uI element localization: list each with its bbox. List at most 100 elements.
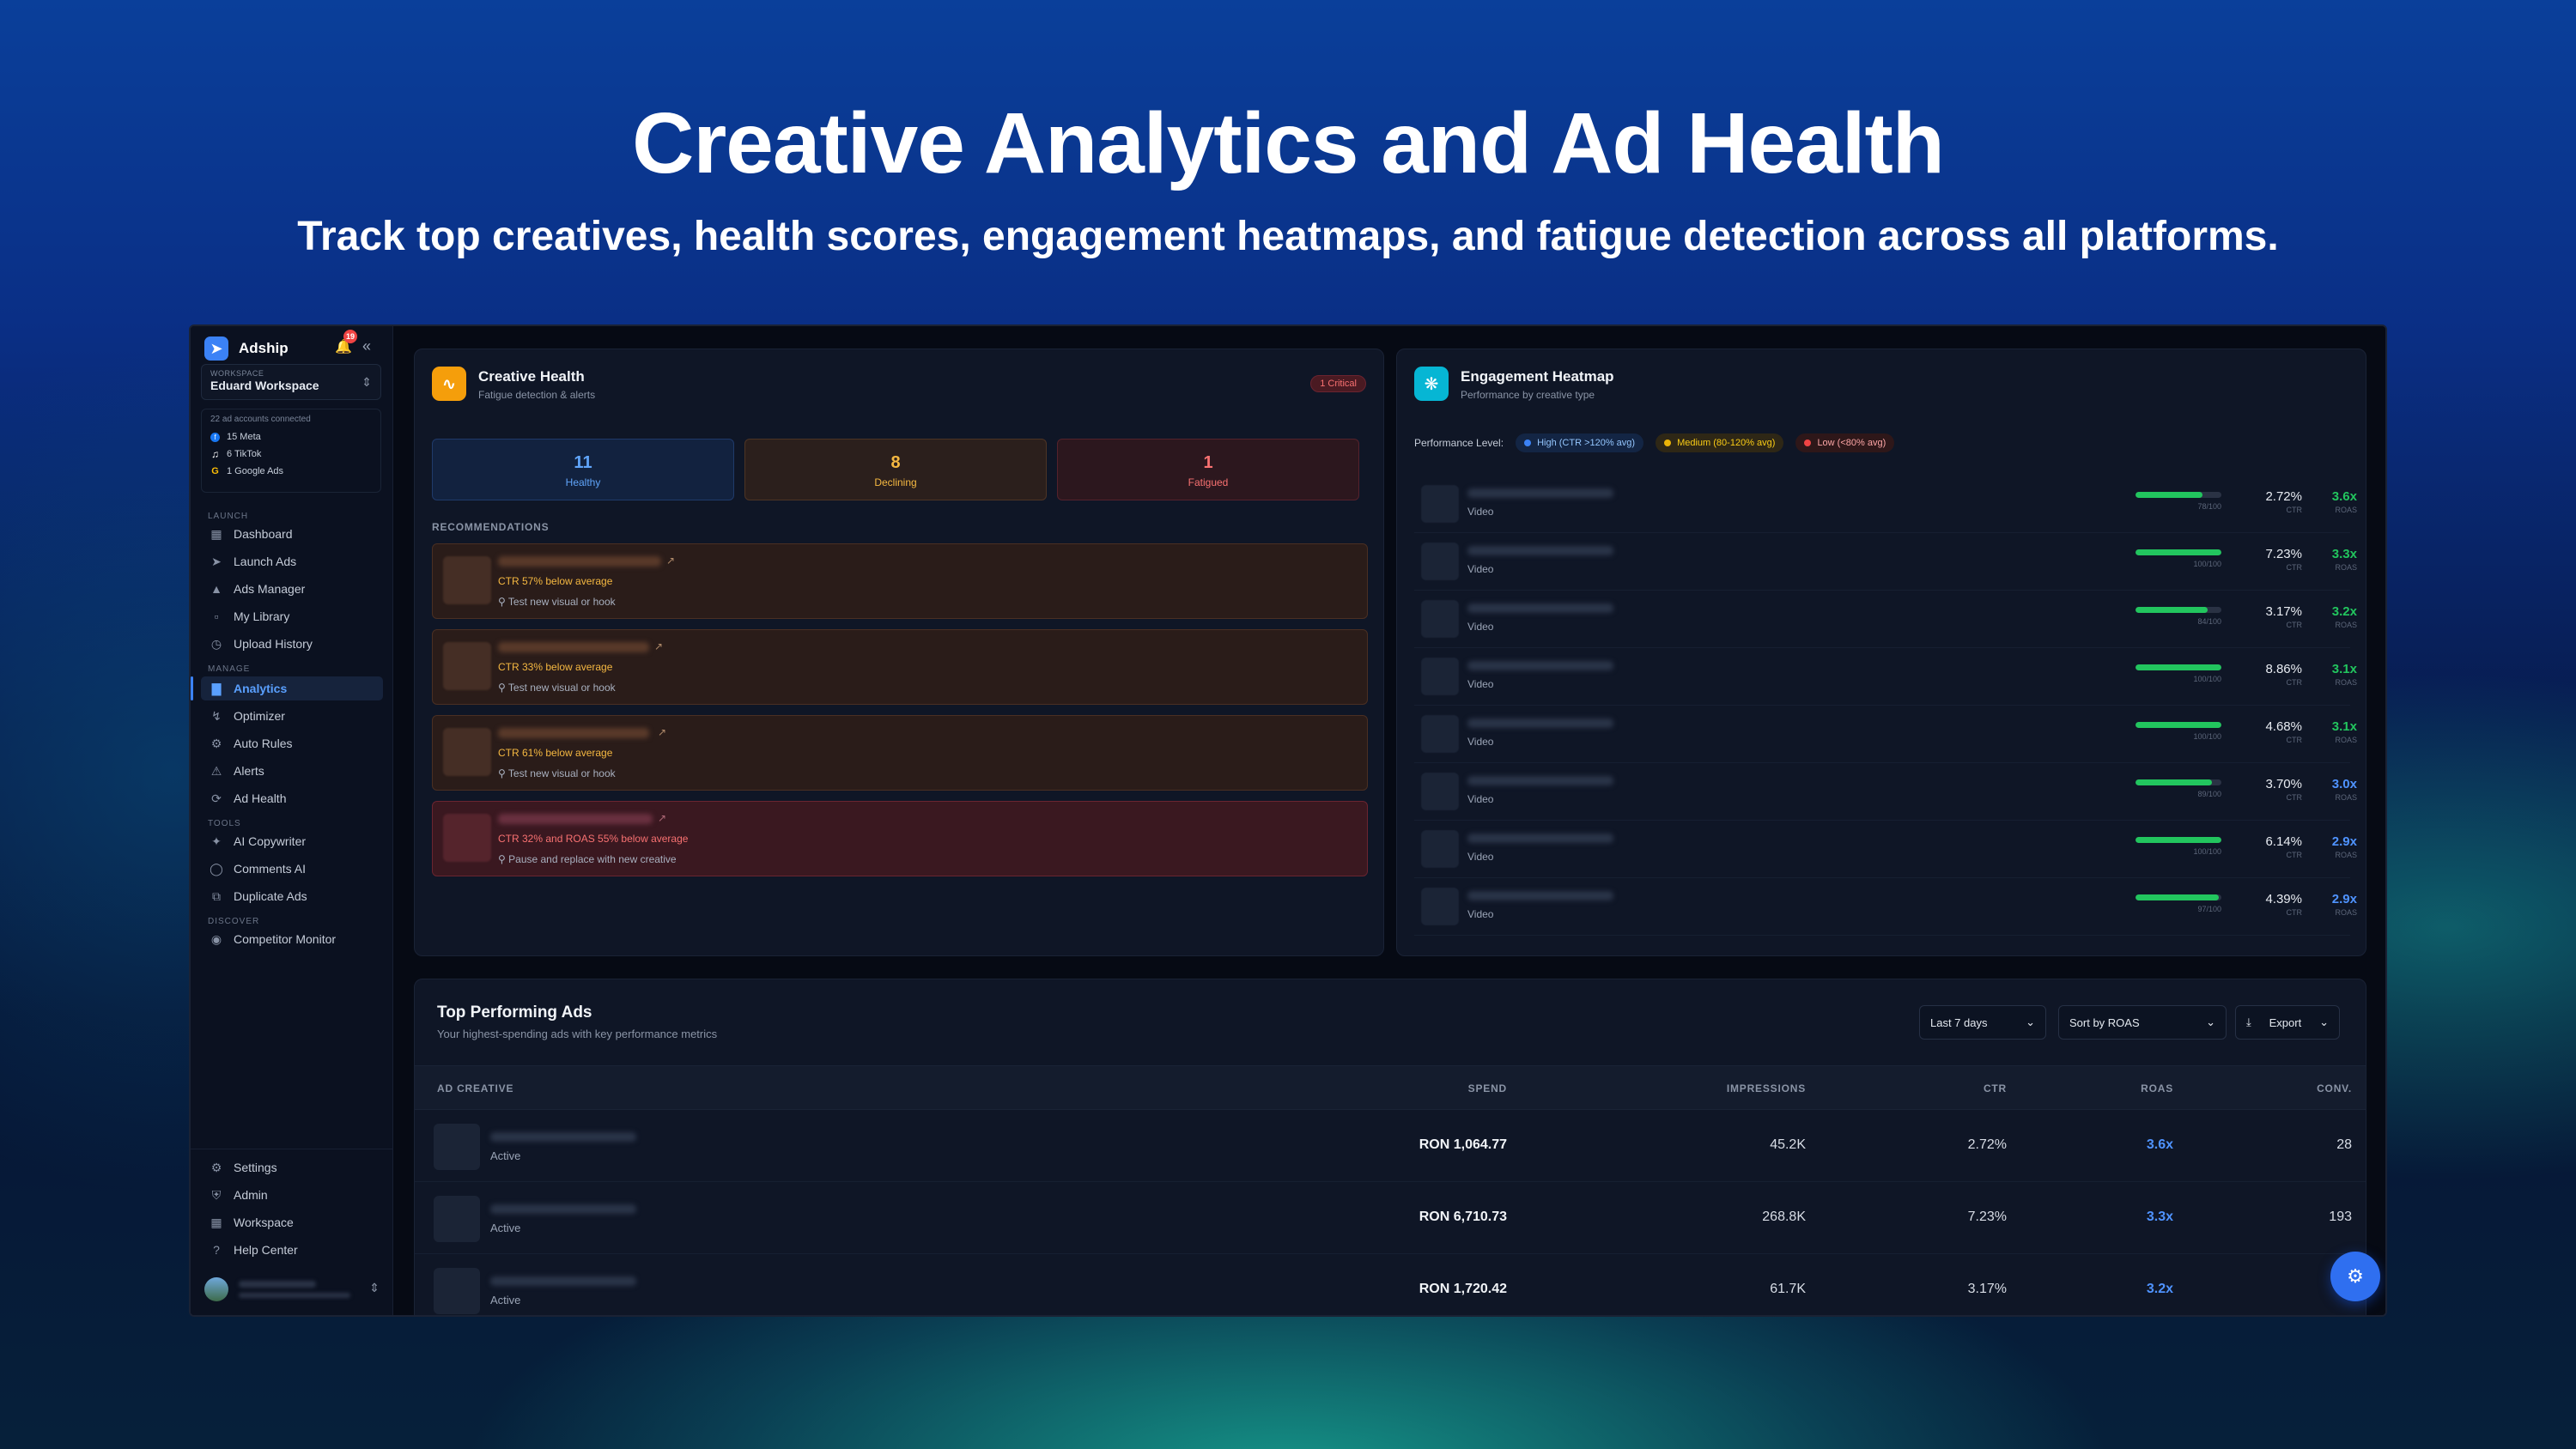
workspace-label: WORKSPACE [210,369,264,378]
stat-healthy[interactable]: 11 Healthy [432,439,734,500]
external-link-icon[interactable]: ↗ [658,812,666,824]
account-meta: f 15 Meta [210,428,372,446]
sidebar-item-dashboard[interactable]: ▦ Dashboard [201,522,383,546]
roas-label: ROAS [2335,736,2357,744]
external-link-icon[interactable]: ↗ [654,640,663,652]
heatmap-title: Engagement Heatmap [1461,368,1614,385]
creative-name [1467,891,1613,900]
creative-type: Video [1467,506,1494,518]
heatmap-row[interactable]: Video 84/100 3.17% CTR 3.2x ROAS [1414,591,2357,648]
creative-thumbnail [1421,888,1459,925]
recommendations-heading: RECOMMENDATIONS [432,521,550,533]
sidebar-item-duplicate-ads[interactable]: ⧉ Duplicate Ads [201,884,383,908]
brand[interactable]: ➤ Adship [204,333,289,364]
sidebar-item-competitor-monitor[interactable]: ◉ Competitor Monitor [201,927,383,951]
sidebar-item-upload-history[interactable]: ◷ Upload History [201,632,383,656]
column-ctr[interactable]: CTR [1984,1082,2007,1094]
chevron-updown-icon: ⇕ [361,375,372,389]
main-content: ∿ Creative Health Fatigue detection & al… [393,326,2385,1315]
sidebar-item-comments-ai[interactable]: ◯ Comments AI [201,857,383,881]
cell-spend: RON 1,720.42 [1419,1282,1507,1296]
heatmap-row[interactable]: Video 100/100 4.68% CTR 3.1x ROAS [1414,706,2357,763]
sidebar-item-my-library[interactable]: ▫ My Library [201,604,383,628]
stat-fatigued[interactable]: 1 Fatigued [1057,439,1359,500]
recommendation-item[interactable]: ↗ CTR 61% below average ⚲ Test new visua… [432,715,1368,791]
sidebar-item-auto-rules[interactable]: ⚙ Auto Rules [201,731,383,755]
column-spend[interactable]: SPEND [1468,1082,1507,1094]
roas-label: ROAS [2335,563,2357,572]
creative-thumbnail [1421,658,1459,695]
user-menu[interactable]: ⇕ [204,1272,380,1307]
period-select[interactable]: Last 7 days ⌄ [1919,1005,2046,1040]
sidebar-item-workspace[interactable]: ▦ Workspace [201,1210,383,1234]
score-bar [2136,664,2221,670]
roas-label: ROAS [2335,793,2357,802]
table-row[interactable]: Active RON 6,710.73 268.8K 7.23% 3.3x 193 [415,1182,2366,1254]
score-bar-fill [2136,664,2221,670]
assistant-bot-button[interactable]: ⚙ [2330,1252,2380,1301]
active-indicator [191,676,193,700]
column-conv[interactable]: CONV. [2317,1082,2352,1094]
nav-label: Help Center [234,1243,298,1257]
ctr-value: 8.86% [2265,662,2302,676]
ctr-label: CTR [2286,621,2303,629]
creative-name [498,556,661,567]
workspace-switcher[interactable]: WORKSPACE Eduard Workspace ⇕ [201,364,381,400]
heatmap-row[interactable]: Video 100/100 8.86% CTR 3.1x ROAS [1414,649,2357,706]
heatmap-row[interactable]: Video 97/100 4.39% CTR 2.9x ROAS [1414,879,2357,936]
sidebar-item-ad-health[interactable]: ⟳ Ad Health [201,786,383,810]
export-button[interactable]: ⤓ Export ⌄ [2235,1005,2340,1040]
legend-medium: Medium (80-120% avg) [1656,433,1784,452]
tip-text: Pause and replace with new creative [508,853,677,865]
history-icon: ◷ [210,636,222,651]
sidebar-item-admin[interactable]: ⛨ Admin [201,1183,383,1207]
sidebar-item-ads-manager[interactable]: ▲ Ads Manager [201,577,383,601]
nav-label: Launch Ads [234,555,297,568]
account-google: G 1 Google Ads [210,463,372,480]
nav-label: Duplicate Ads [234,889,307,903]
sidebar-item-optimizer[interactable]: ↯ Optimizer [201,704,383,728]
external-link-icon[interactable]: ↗ [666,555,675,567]
recommendation-item-critical[interactable]: ↗ CTR 32% and ROAS 55% below average ⚲ P… [432,801,1368,876]
ad-status: Active [490,1222,521,1234]
ctr-label: CTR [2286,506,2303,514]
column-impressions[interactable]: IMPRESSIONS [1727,1082,1806,1094]
recommendation-message: CTR 61% below average [498,747,613,759]
nav-label: Auto Rules [234,737,293,750]
creative-type: Video [1467,908,1494,920]
sidebar-item-help-center[interactable]: ? Help Center [201,1238,383,1262]
sidebar-item-settings[interactable]: ⚙ Settings [201,1155,383,1179]
notification-badge: 19 [343,330,357,343]
heatmap-row[interactable]: Video 100/100 7.23% CTR 3.3x ROAS [1414,534,2357,591]
creative-health-subtitle: Fatigue detection & alerts [478,389,596,401]
column-roas[interactable]: ROAS [2141,1082,2173,1094]
creative-thumbnail [434,1124,480,1170]
creative-name [1467,546,1613,555]
sidebar-item-ai-copywriter[interactable]: ✦ AI Copywriter [201,829,383,853]
heatmap-row[interactable]: Video 89/100 3.70% CTR 3.0x ROAS [1414,764,2357,821]
recommendation-item[interactable]: ↗ CTR 57% below average ⚲ Test new visua… [432,543,1368,619]
recommendation-message: CTR 32% and ROAS 55% below average [498,833,689,845]
table-row[interactable]: Active RON 1,064.77 45.2K 2.72% 3.6x 28 [415,1110,2366,1182]
sidebar-item-alerts[interactable]: ⚠ Alerts [201,759,383,783]
roas-value: 3.1x [2331,662,2357,676]
lightbulb-icon: ⚲ [498,767,506,779]
collapse-sidebar-icon[interactable]: « [362,337,371,355]
table-row[interactable]: Active RON 1,720.42 61.7K 3.17% 3.2x [415,1254,2366,1315]
sidebar-item-analytics[interactable]: ▇ Analytics [201,676,383,700]
creative-type: Video [1467,736,1494,748]
recommendation-item[interactable]: ↗ CTR 33% below average ⚲ Test new visua… [432,629,1368,705]
heatmap-row[interactable]: Video 100/100 6.14% CTR 2.9x ROAS [1414,822,2357,878]
sort-select[interactable]: Sort by ROAS ⌄ [2058,1005,2227,1040]
cell-conv: 28 [2336,1137,2352,1152]
external-link-icon[interactable]: ↗ [658,726,666,738]
brand-name: Adship [239,340,289,356]
column-ad-creative[interactable]: AD CREATIVE [437,1082,513,1094]
recommendation-message: CTR 57% below average [498,575,613,587]
sidebar-item-launch-ads[interactable]: ➤ Launch Ads [201,549,383,573]
section-launch: LAUNCH [208,512,249,521]
export-label: Export [2269,1016,2302,1029]
cell-impressions: 268.8K [1762,1210,1806,1224]
stat-declining[interactable]: 8 Declining [744,439,1047,500]
heatmap-row[interactable]: Video 78/100 2.72% CTR 3.6x ROAS [1414,476,2357,533]
